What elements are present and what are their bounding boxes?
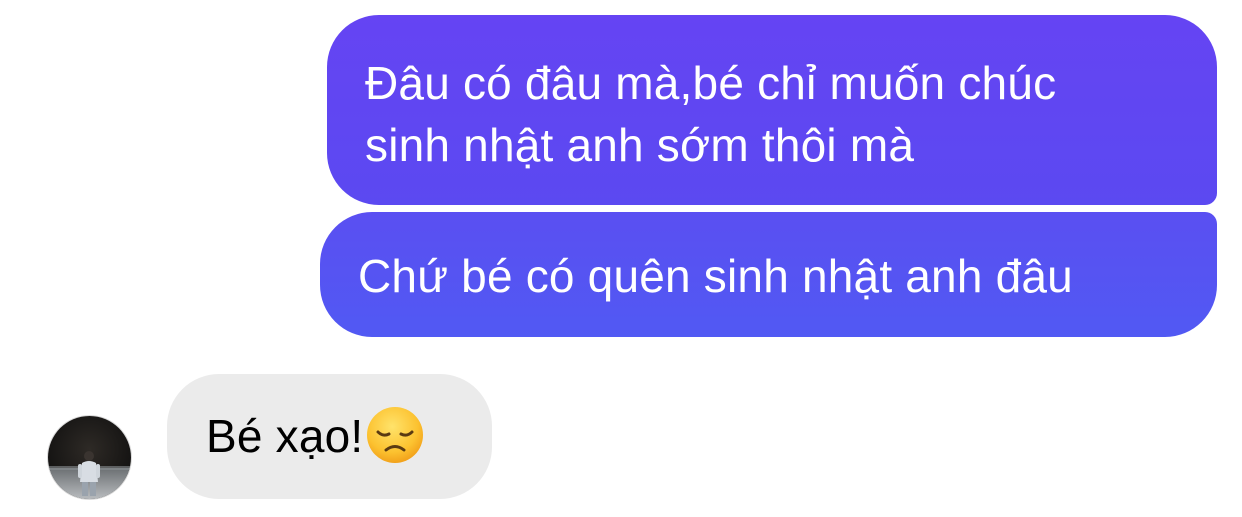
disappointed-face-emoji-icon <box>365 405 425 465</box>
message-text-line: Đâu có đâu mà,bé chỉ muốn chúc <box>365 57 1057 109</box>
message-text: Bé xạo! <box>206 410 364 462</box>
incoming-message-bubble[interactable]: Bé xạo! <box>167 374 492 499</box>
message-text: Chứ bé có quên sinh nhật anh đâu <box>358 250 1073 302</box>
message-text-line: sinh nhật anh sớm thôi mà <box>365 119 915 171</box>
outgoing-message-bubble[interactable]: Đâu có đâu mà,bé chỉ muốn chúc sinh nhật… <box>327 15 1217 205</box>
outgoing-message-bubble[interactable]: Chứ bé có quên sinh nhật anh đâu <box>320 212 1217 337</box>
avatar-photo <box>48 416 131 499</box>
contact-avatar[interactable] <box>48 416 131 499</box>
